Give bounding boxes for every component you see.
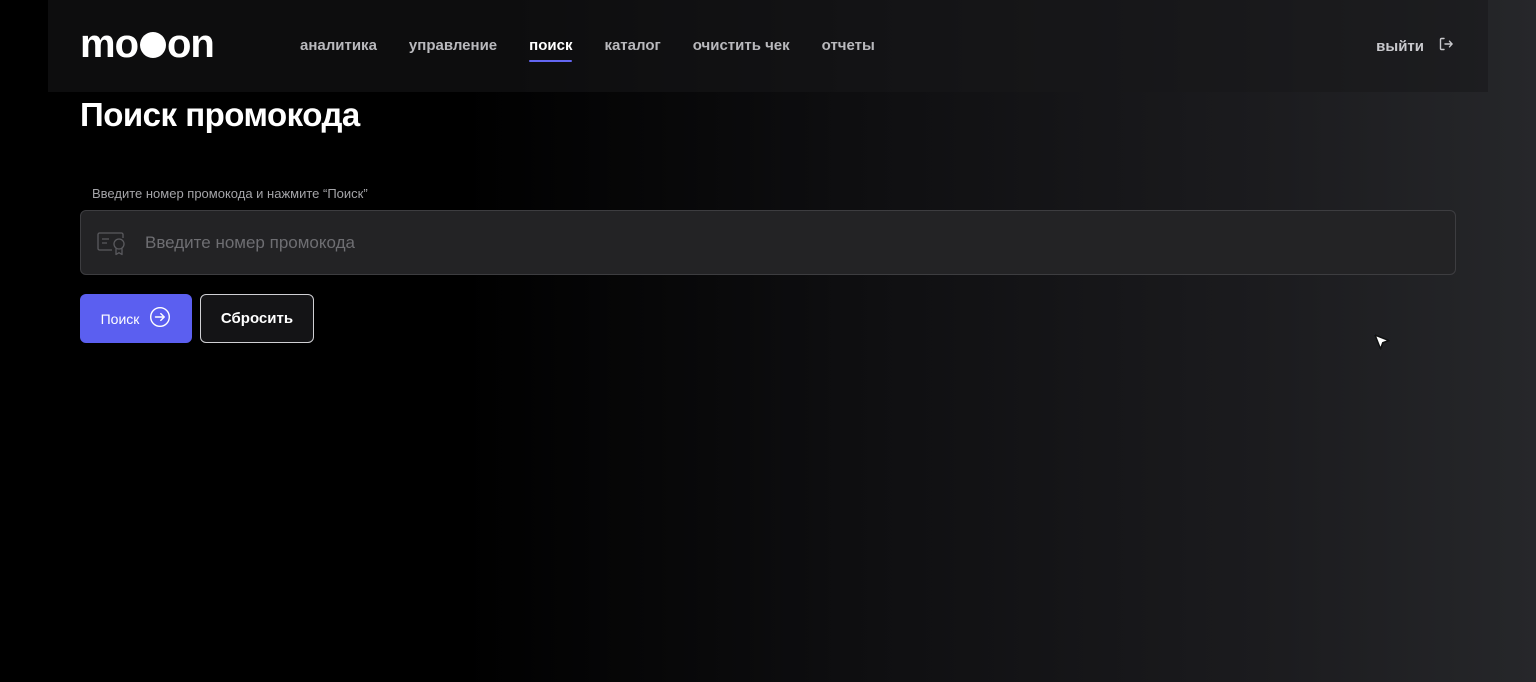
nav-item-management[interactable]: управление bbox=[409, 36, 497, 62]
logout-label: выйти bbox=[1376, 37, 1424, 55]
certificate-icon bbox=[96, 229, 128, 257]
nav-item-reports[interactable]: отчеты bbox=[822, 36, 875, 62]
logo-text-start: mo bbox=[80, 22, 139, 66]
nav-item-analytics[interactable]: аналитика bbox=[300, 36, 377, 62]
promo-field-label: Введите номер промокода и нажмите “Поиск… bbox=[92, 186, 368, 201]
logo-text-end: on bbox=[167, 22, 215, 66]
nav-item-clear-receipt[interactable]: очистить чек bbox=[693, 36, 790, 62]
nav-item-search[interactable]: поиск bbox=[529, 36, 573, 62]
search-button[interactable]: Поиск bbox=[80, 294, 192, 343]
mouse-cursor-icon bbox=[1370, 330, 1396, 358]
logout-icon bbox=[1438, 36, 1454, 56]
search-button-label: Поиск bbox=[100, 310, 140, 327]
logo[interactable]: mo on bbox=[80, 22, 215, 66]
logout-button[interactable]: выйти bbox=[1376, 36, 1454, 56]
nav-item-catalog[interactable]: каталог bbox=[604, 36, 660, 62]
reset-button[interactable]: Сбросить bbox=[200, 294, 314, 343]
main-nav: аналитика управление поиск каталог очист… bbox=[300, 36, 875, 66]
reset-button-label: Сбросить bbox=[220, 310, 294, 327]
arrow-circle-right-icon bbox=[149, 306, 171, 331]
promo-input-container bbox=[80, 210, 1456, 275]
promo-code-input[interactable] bbox=[145, 211, 1455, 274]
logo-dot bbox=[140, 32, 166, 58]
page-title: Поиск промокода bbox=[80, 96, 360, 133]
